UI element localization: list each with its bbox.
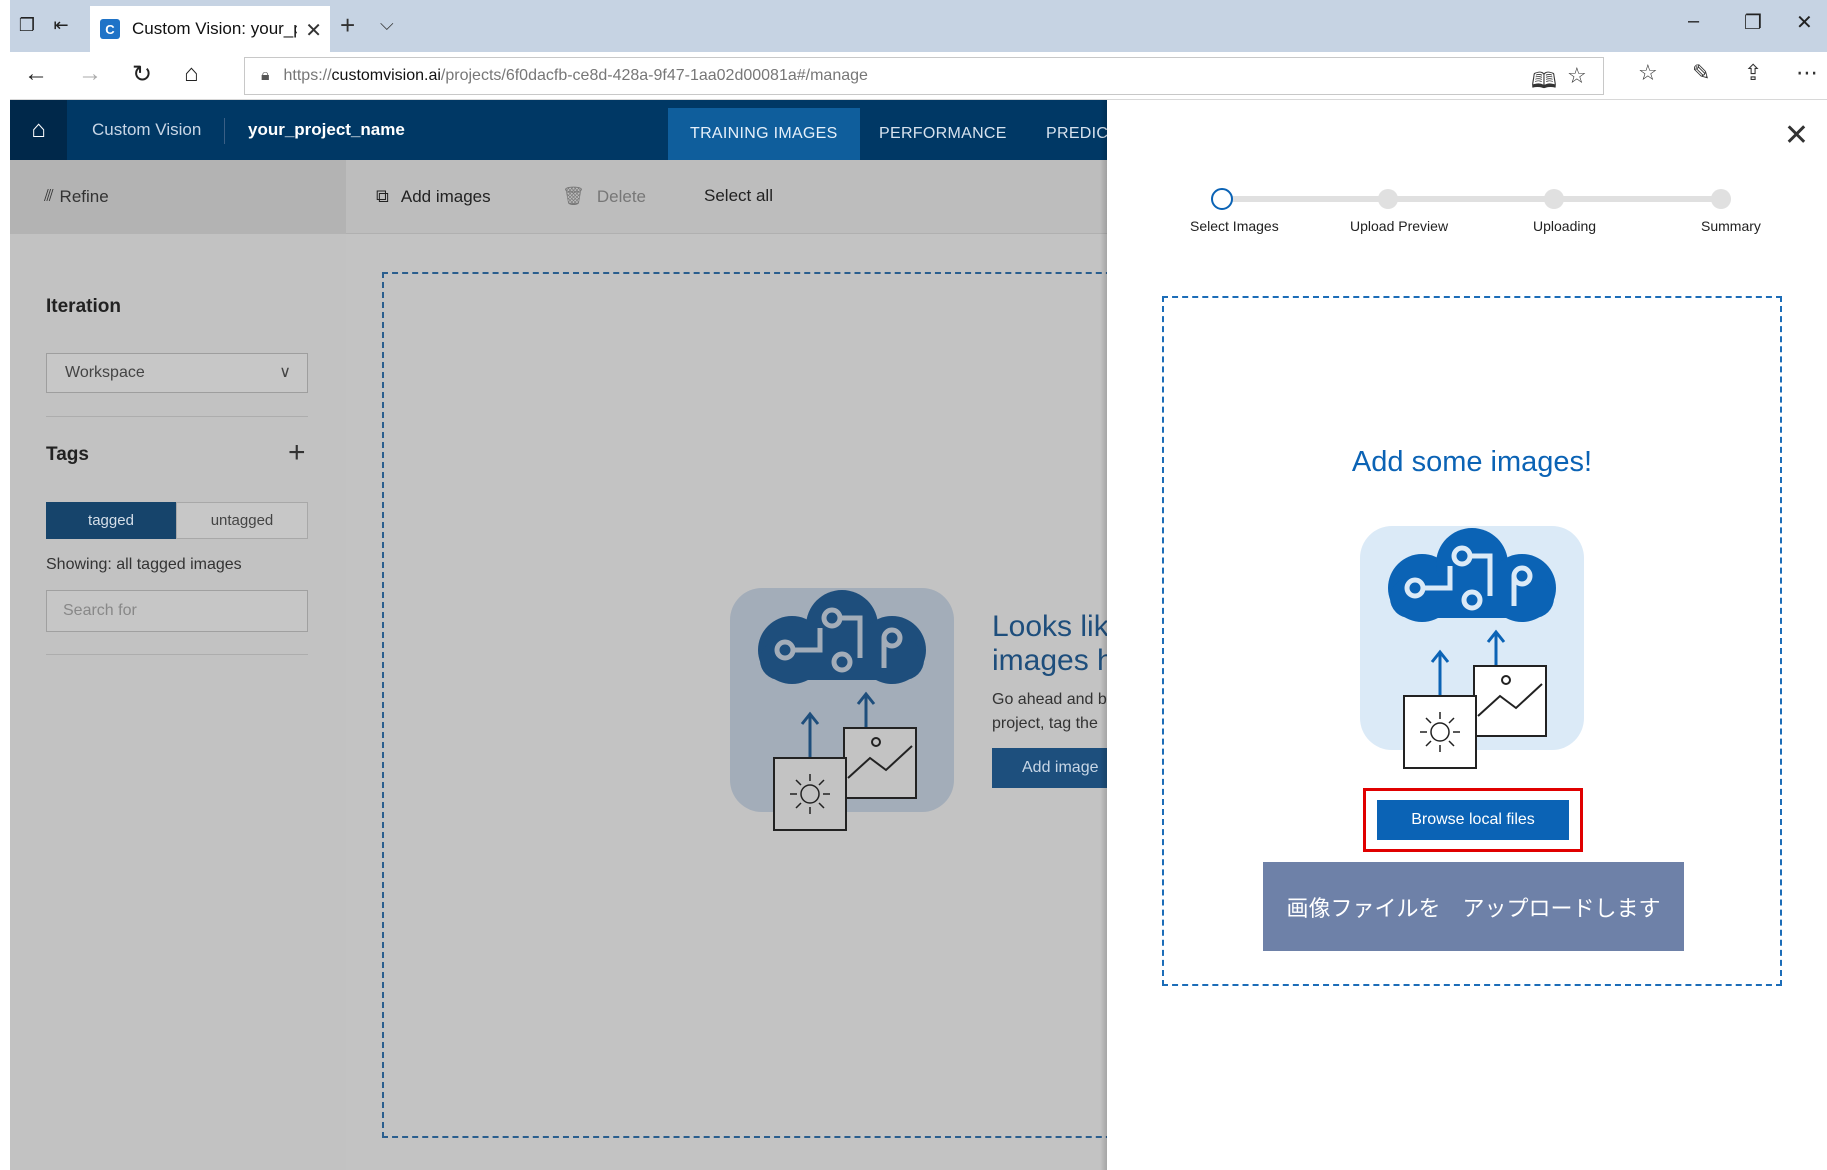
tab-actions-icon[interactable]: ❐ [14,12,40,38]
iteration-heading: Iteration [46,296,121,317]
step-label-select-images: Select Images [1190,218,1279,234]
image-toolbar: ⧉ Add images 🗑︎ Delete Select all [346,160,1110,234]
step-label-uploading: Uploading [1533,218,1597,234]
lock-icon: 🔒︎ [261,67,270,84]
forward-icon[interactable]: → [78,60,102,88]
address-bar: ← → ↻ ⌂ 🔒︎ https://customvision.ai/proje… [0,52,1827,100]
browse-local-files-button[interactable]: Browse local files [1377,800,1569,840]
add-images-label: Add images [400,186,491,206]
tags-heading: Tags [46,444,89,465]
app-header: ⌂ Custom Vision your_project_name TRAINI… [10,100,1110,160]
empty-state-illustration [730,588,954,831]
step-dot-uploading [1544,189,1564,209]
home-icon[interactable]: ⌂ [184,60,199,88]
screen: ❐ ⇤ C Custom Vision: your_pro ✕ + ⌵ – ❐ … [0,0,1827,1170]
add-tag-icon[interactable]: + [288,436,306,470]
url-host: customvision.ai [331,67,441,84]
url-scheme: https:// [283,67,332,84]
new-tab-icon[interactable]: + [340,10,355,41]
header-divider [224,118,225,144]
tab-performance[interactable]: PERFORMANCE [857,108,1029,160]
project-name[interactable]: your_project_name [248,120,405,140]
upload-illustration [1360,526,1584,769]
stepper-track [1222,196,1722,202]
segment-tagged[interactable]: tagged [46,502,176,539]
refine-label: Refine [59,187,109,206]
annotation-callout: 画像ファイルを アップロードします [1263,862,1684,951]
refresh-icon[interactable]: ↻ [132,60,152,89]
iteration-select[interactable]: Workspace ∨ [46,353,308,393]
delete-button[interactable]: 🗑︎ Delete [562,186,646,207]
step-dot-select-images [1211,188,1233,210]
app-name[interactable]: Custom Vision [92,120,201,140]
showing-text: Showing: all tagged images [46,556,242,573]
refine-button[interactable]: ⫻ Refine [10,160,346,234]
step-label-summary: Summary [1701,218,1761,234]
select-all-button[interactable]: Select all [704,186,773,206]
upload-title: Add some images! [1351,446,1593,478]
favorites-icon[interactable]: ☆ [1638,60,1658,86]
trash-icon: 🗑︎ [562,186,585,206]
url-input[interactable]: 🔒︎ https://customvision.ai/projects/6f0d… [244,57,1604,95]
segment-untagged[interactable]: untagged [176,502,308,539]
tab-title: Custom Vision: your_pro [132,19,297,38]
step-label-upload-preview: Upload Preview [1350,218,1449,234]
sidebar: ⫻ Refine Iteration Workspace ∨ Tags + ta… [10,160,346,1170]
favorite-star-icon[interactable]: ☆ [1567,63,1587,89]
window-close-icon[interactable]: ✕ [1796,10,1813,35]
add-images-icon: ⧉ [376,186,389,206]
minimize-icon[interactable]: – [1688,10,1699,33]
step-dot-upload-preview [1378,189,1398,209]
divider [46,654,308,655]
back-icon[interactable]: ← [24,60,48,88]
add-images-button[interactable]: ⧉ Add images [376,186,491,207]
filter-sliders-icon: ⫻ [44,188,54,205]
main-content: ⧉ Add images 🗑︎ Delete Select all Looks … [346,160,1142,1170]
add-images-panel: ✕ Select Images Upload Preview Uploading… [1107,100,1827,1170]
browser-titlebar: ❐ ⇤ C Custom Vision: your_pro ✕ + ⌵ – ❐ … [0,0,1827,52]
window-edge [0,0,10,1170]
custom-vision-favicon-icon: C [100,19,120,39]
browser-tab[interactable]: C Custom Vision: your_pro ✕ [90,6,330,52]
chevron-down-icon: ∨ [279,364,291,381]
tab-training-images[interactable]: TRAINING IMAGES [668,108,860,160]
more-icon[interactable]: ⋯ [1796,60,1818,86]
set-aside-tabs-icon[interactable]: ⇤ [48,12,74,38]
divider [46,416,308,417]
delete-label: Delete [596,186,646,206]
url-path: /projects/6f0dacfb-ce8d-428a-9f47-1aa02d… [440,67,868,84]
iteration-value: Workspace [65,364,145,381]
restore-icon[interactable]: ❐ [1744,10,1762,35]
tag-search-input[interactable]: Search for [46,590,308,632]
tab-close-icon[interactable]: ✕ [305,18,322,43]
upload-drop-zone[interactable]: Add some images! Browse local files 画像ファ… [1162,296,1782,986]
share-icon[interactable]: ⇪ [1744,60,1762,86]
panel-close-icon[interactable]: ✕ [1784,118,1809,153]
notes-pen-icon[interactable]: ✎ [1692,60,1710,86]
app-home-icon[interactable]: ⌂ [10,100,67,160]
tab-list-chevron-icon[interactable]: ⌵ [380,14,394,35]
step-dot-summary [1711,189,1731,209]
reading-view-icon[interactable]: 🕮︎ [1531,64,1557,102]
